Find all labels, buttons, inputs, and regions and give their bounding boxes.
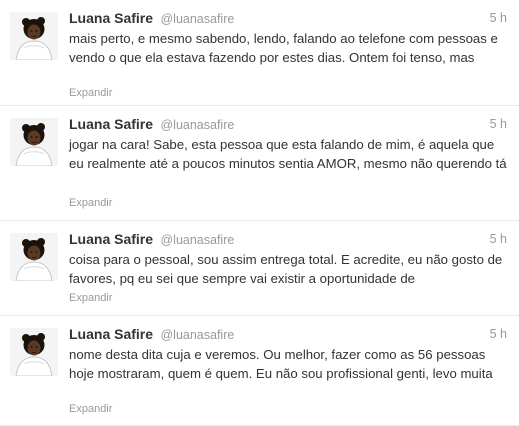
tweet-timestamp[interactable]: 5 h — [490, 117, 507, 131]
user-avatar[interactable] — [10, 12, 58, 60]
user-handle[interactable]: @luanasafire — [160, 12, 234, 26]
tweet-text: mais perto, e mesmo sabendo, lendo, fala… — [69, 31, 498, 65]
user-avatar-icon — [10, 233, 58, 281]
tweet-item[interactable]: Luana Safire @luanasafire 5 h mais perto… — [0, 0, 519, 106]
tweet-header: Luana Safire @luanasafire 5 h — [69, 326, 507, 344]
user-avatar[interactable] — [10, 328, 58, 376]
tweet-item[interactable]: Luana Safire @luanasafire 5 h jogar na c… — [0, 106, 519, 221]
tweet-header: Luana Safire @luanasafire 5 h — [69, 10, 507, 28]
user-avatar[interactable] — [10, 233, 58, 281]
user-avatar-icon — [10, 328, 58, 376]
tweet-text: coisa para o pessoal, sou assim entrega … — [69, 252, 503, 286]
tweet-timeline: Luana Safire @luanasafire 5 h mais perto… — [0, 0, 519, 426]
expand-link[interactable]: Expandir — [69, 87, 112, 99]
user-avatar-icon — [10, 12, 58, 60]
tweet-text: nome desta dita cuja e veremos. Ou melho… — [69, 347, 493, 381]
expand-link[interactable]: Expandir — [69, 292, 112, 304]
tweet-item[interactable]: Luana Safire @luanasafire 5 h coisa para… — [0, 221, 519, 316]
user-name[interactable]: Luana Safire — [69, 116, 153, 132]
tweet-header: Luana Safire @luanasafire 5 h — [69, 116, 507, 134]
user-name[interactable]: Luana Safire — [69, 231, 153, 247]
tweet-item[interactable]: Luana Safire @luanasafire 5 h nome desta… — [0, 316, 519, 426]
user-handle[interactable]: @luanasafire — [160, 233, 234, 247]
user-avatar-icon — [10, 118, 58, 166]
user-handle[interactable]: @luanasafire — [160, 118, 234, 132]
tweet-text: jogar na cara! Sabe, esta pessoa que est… — [69, 137, 507, 171]
expand-link[interactable]: Expandir — [69, 197, 112, 209]
user-avatar[interactable] — [10, 118, 58, 166]
user-name[interactable]: Luana Safire — [69, 326, 153, 342]
expand-link[interactable]: Expandir — [69, 403, 112, 415]
user-handle[interactable]: @luanasafire — [160, 328, 234, 342]
tweet-header: Luana Safire @luanasafire 5 h — [69, 231, 507, 249]
tweet-timestamp[interactable]: 5 h — [490, 232, 507, 246]
tweet-timestamp[interactable]: 5 h — [490, 11, 507, 25]
user-name[interactable]: Luana Safire — [69, 10, 153, 26]
tweet-timestamp[interactable]: 5 h — [490, 327, 507, 341]
